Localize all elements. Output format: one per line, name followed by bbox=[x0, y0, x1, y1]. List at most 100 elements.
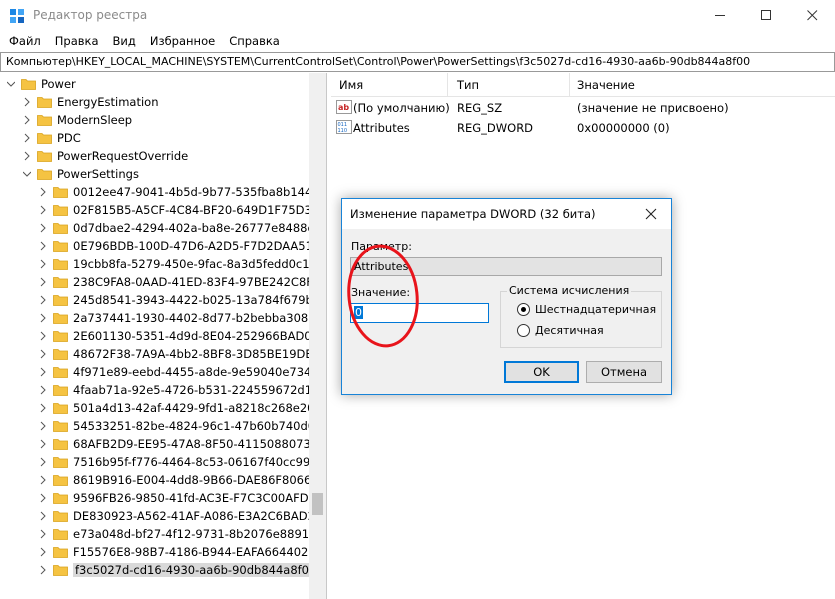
chevron-right-icon[interactable] bbox=[39, 457, 47, 467]
tree-item[interactable]: e73a048d-bf27-4f12-9731-8b2076e8891f bbox=[0, 525, 313, 543]
tree-item-label: 7516b95f-f776-4464-8c53-06167f40cc99 bbox=[73, 455, 311, 469]
tree-item[interactable]: 68AFB2D9-EE95-47A8-8F50-4115088073B1 bbox=[0, 435, 326, 453]
dialog-close-icon[interactable] bbox=[644, 207, 658, 221]
tree-item[interactable]: 4faab71a-92e5-4726-b531-224559672d19 bbox=[0, 381, 319, 399]
tree-item[interactable]: f3c5027d-cd16-4930-aa6b-90db844a8f00 bbox=[0, 561, 319, 579]
menu-view[interactable]: Вид bbox=[113, 34, 136, 48]
folder-icon bbox=[53, 205, 68, 216]
tree-item[interactable]: 0d7dbae2-4294-402a-ba8e-26777e8488cd bbox=[0, 219, 321, 237]
minimize-button[interactable] bbox=[697, 0, 743, 31]
tree-item[interactable]: 02F815B5-A5CF-4C84-BF20-649D1F75D3D8 bbox=[0, 201, 326, 219]
chevron-right-icon[interactable] bbox=[39, 313, 47, 323]
tree-item-label: 8619B916-E004-4dd8-9B66-DAE86F806698 bbox=[73, 473, 326, 487]
tree-scrollbar[interactable] bbox=[309, 73, 326, 599]
chevron-right-icon[interactable] bbox=[39, 493, 47, 503]
chevron-right-icon[interactable] bbox=[39, 205, 47, 215]
chevron-right-icon[interactable] bbox=[39, 421, 47, 431]
tree-item-label: 19cbb8fa-5279-450e-9fac-8a3d5fedd0c1 bbox=[73, 257, 310, 271]
chevron-right-icon[interactable] bbox=[39, 331, 47, 341]
value-data: 0x00000000 (0) bbox=[577, 121, 670, 135]
tree-item[interactable]: 48672F38-7A9A-4bb2-8BF8-3D85BE19DE4E bbox=[0, 345, 326, 363]
chevron-right-icon[interactable] bbox=[39, 277, 47, 287]
tree-item[interactable]: F15576E8-98B7-4186-B944-EAFA664402D9 bbox=[0, 543, 325, 561]
maximize-button[interactable] bbox=[743, 0, 789, 31]
tree-item[interactable]: 8619B916-E004-4dd8-9B66-DAE86F806698 bbox=[0, 471, 326, 489]
chevron-right-icon[interactable] bbox=[23, 133, 31, 143]
tree-item-label: 4f971e89-eebd-4455-a8de-9e59040e7347 bbox=[73, 365, 319, 379]
tree-item[interactable]: 7516b95f-f776-4464-8c53-06167f40cc99 bbox=[0, 453, 310, 471]
tree-item[interactable]: 19cbb8fa-5279-450e-9fac-8a3d5fedd0c1 bbox=[0, 255, 310, 273]
tree-item-label: 0d7dbae2-4294-402a-ba8e-26777e8488cd bbox=[73, 221, 322, 235]
chevron-right-icon[interactable] bbox=[39, 367, 47, 377]
chevron-right-icon[interactable] bbox=[39, 475, 47, 485]
tree-item-label: 9596FB26-9850-41fd-AC3E-F7C3C00AFD4B bbox=[73, 491, 324, 505]
tree-item-label: 501a4d13-42af-4429-9fd1-a8218c268e20 bbox=[73, 401, 315, 415]
menu-edit[interactable]: Правка bbox=[55, 34, 99, 48]
tree-item-label: EnergyEstimation bbox=[57, 95, 159, 109]
close-icon bbox=[807, 10, 818, 21]
tree-item[interactable]: 54533251-82be-4824-96c1-47b60b740d00 bbox=[0, 417, 322, 435]
tree-item[interactable]: 2E601130-5351-4d9d-8E04-252966BAD054 bbox=[0, 327, 326, 345]
hex-radio[interactable]: Шестнадцатеричная bbox=[517, 302, 657, 318]
tree-item[interactable]: 0012ee47-9041-4b5d-9b77-535fba8b1442 bbox=[0, 183, 320, 201]
list-row[interactable]: 011 110 Attributes REG_DWORD 0x00000000 … bbox=[331, 117, 835, 137]
chevron-down-icon[interactable] bbox=[23, 169, 31, 179]
column-divider[interactable] bbox=[569, 73, 570, 97]
list-row[interactable]: ab (По умолчанию) REG_SZ (значение не пр… bbox=[331, 97, 835, 117]
tree-item[interactable]: 501a4d13-42af-4429-9fd1-a8218c268e20 bbox=[0, 399, 315, 417]
folder-icon bbox=[53, 439, 68, 450]
chevron-down-icon[interactable] bbox=[7, 79, 15, 89]
column-name-header[interactable]: Имя bbox=[339, 78, 363, 92]
chevron-right-icon[interactable] bbox=[39, 241, 47, 251]
folder-icon bbox=[37, 151, 52, 162]
tree-item[interactable]: Power bbox=[0, 75, 310, 93]
chevron-right-icon[interactable] bbox=[23, 115, 31, 125]
window-title: Редактор реестра bbox=[33, 8, 148, 22]
title-bar: Редактор реестра bbox=[0, 0, 835, 31]
dec-radio-label: Десятичная bbox=[535, 324, 604, 337]
tree-item[interactable]: EnergyEstimation bbox=[0, 93, 310, 111]
tree-item[interactable]: 9596FB26-9850-41fd-AC3E-F7C3C00AFD4B bbox=[0, 489, 324, 507]
close-window-button[interactable] bbox=[789, 0, 835, 31]
address-bar[interactable]: Компьютер\HKEY_LOCAL_MACHINE\SYSTEM\Curr… bbox=[0, 52, 835, 72]
tree-item[interactable]: ModernSleep bbox=[0, 111, 310, 129]
chevron-right-icon[interactable] bbox=[39, 223, 47, 233]
chevron-right-icon[interactable] bbox=[23, 97, 31, 107]
chevron-right-icon[interactable] bbox=[39, 511, 47, 521]
menu-file[interactable]: Файл bbox=[9, 34, 41, 48]
folder-icon bbox=[37, 115, 52, 126]
chevron-right-icon[interactable] bbox=[39, 187, 47, 197]
tree-item[interactable]: DE830923-A562-41AF-A086-E3A2C6BAD2DA bbox=[0, 507, 326, 525]
menu-favorites[interactable]: Избранное bbox=[150, 34, 215, 48]
chevron-right-icon[interactable] bbox=[39, 565, 47, 575]
tree-item[interactable]: 2a737441-1930-4402-8d77-b2bebba308a3 bbox=[0, 309, 323, 327]
tree-item[interactable]: PDC bbox=[0, 129, 310, 147]
chevron-right-icon[interactable] bbox=[39, 439, 47, 449]
tree-item[interactable]: PowerSettings bbox=[0, 165, 310, 183]
tree-item-label: 48672F38-7A9A-4bb2-8BF8-3D85BE19DE4E bbox=[73, 347, 327, 361]
cancel-button[interactable]: Отмена bbox=[586, 361, 662, 383]
column-value-header[interactable]: Значение bbox=[577, 78, 635, 92]
ok-button[interactable]: OK bbox=[504, 361, 579, 383]
tree-item[interactable]: 245d8541-3943-4422-b025-13a784f679b7 bbox=[0, 291, 320, 309]
tree-item[interactable]: 4f971e89-eebd-4455-a8de-9e59040e7347 bbox=[0, 363, 319, 381]
menu-help[interactable]: Справка bbox=[229, 34, 280, 48]
chevron-right-icon[interactable] bbox=[39, 403, 47, 413]
folder-icon bbox=[53, 223, 68, 234]
column-divider[interactable] bbox=[447, 73, 448, 97]
chevron-right-icon[interactable] bbox=[39, 349, 47, 359]
scrollbar-thumb[interactable] bbox=[312, 493, 323, 515]
chevron-right-icon[interactable] bbox=[23, 151, 31, 161]
tree-item[interactable]: 0E796BDB-100D-47D6-A2D5-F7D2DAA51F51 bbox=[0, 237, 326, 255]
chevron-right-icon[interactable] bbox=[39, 529, 47, 539]
chevron-right-icon[interactable] bbox=[39, 385, 47, 395]
column-type-header[interactable]: Тип bbox=[457, 78, 479, 92]
chevron-right-icon[interactable] bbox=[39, 259, 47, 269]
tree-item[interactable]: 238C9FA8-0AAD-41ED-83F4-97BE242C8F20 bbox=[0, 273, 326, 291]
folder-icon bbox=[53, 187, 68, 198]
tree-item[interactable]: PowerRequestOverride bbox=[0, 147, 310, 165]
chevron-right-icon[interactable] bbox=[39, 547, 47, 557]
dec-radio[interactable]: Десятичная bbox=[517, 323, 657, 339]
chevron-right-icon[interactable] bbox=[39, 295, 47, 305]
folder-icon bbox=[37, 133, 52, 144]
